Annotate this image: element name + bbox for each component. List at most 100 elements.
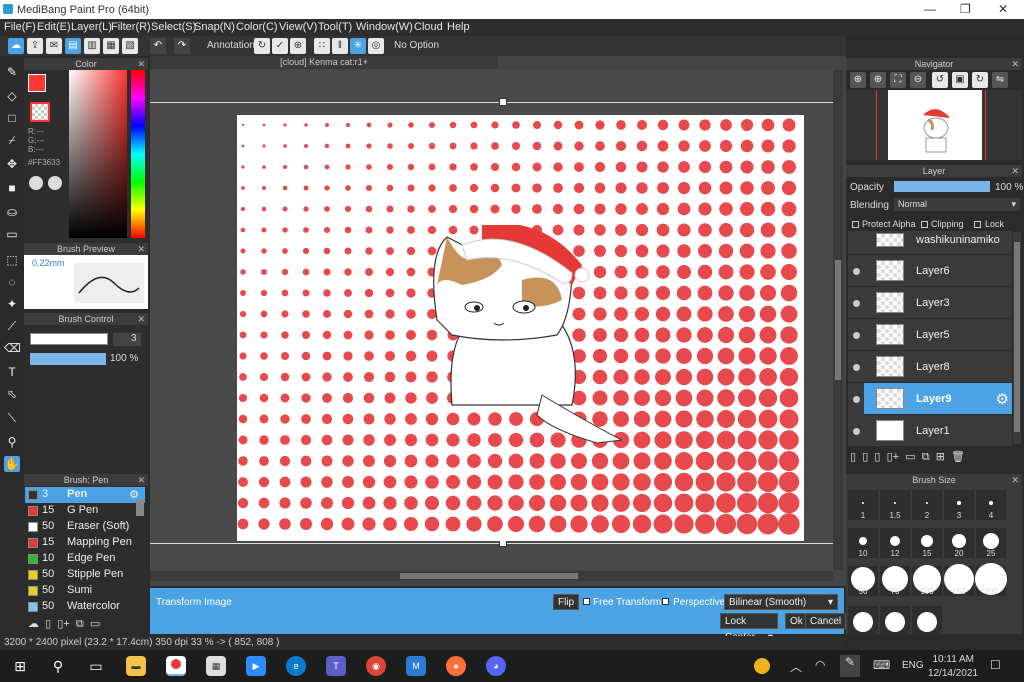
annotation-check-icon[interactable]: ✓ [272,38,288,54]
delete-layer-icon[interactable]: 🗑 [951,451,965,463]
brush-size-cell[interactable]: 2 [912,490,942,520]
merge-layer-icon[interactable]: ⊞ [936,451,945,463]
gradient-tool-icon[interactable]: ▭ [4,226,20,242]
eyedropper-tool-icon[interactable]: ⚲ [4,434,20,450]
restore-icon[interactable]: ❐ [960,2,971,16]
select-eraser-tool-icon[interactable]: ⌫ [4,340,21,356]
brush-size-cell[interactable]: 150 [944,564,974,596]
cloud-icon[interactable]: ☁ [8,38,24,54]
app-taskbar-icon[interactable]: ▦ [206,656,226,676]
flip-button[interactable]: Flip [553,594,580,610]
clipping-checkbox[interactable] [921,221,928,228]
grid-icon[interactable]: ▦ [103,38,119,54]
brush-size-cell[interactable]: 1.5 [880,490,910,520]
brush-size-cell[interactable]: 70 [880,566,910,596]
snap-radial-icon[interactable]: ✳ [350,38,366,54]
menu-layer[interactable]: Layer(L) [71,21,112,33]
menu-file[interactable]: File(F) [4,21,36,33]
layer-row[interactable]: Layer8 [848,351,1012,383]
brush-copy-icon[interactable]: ⧉ [76,618,84,630]
eraser-tool-icon[interactable]: ◇ [4,88,20,104]
brush-size-cell[interactable] [912,606,942,636]
notification-icon[interactable]: ☐ [990,658,1001,672]
brush-size-cell[interactable]: 100 [912,565,942,596]
redo-icon[interactable]: ↷ [174,38,190,54]
menu-edit[interactable]: Edit(E) [37,21,71,33]
brush-new-icon[interactable]: ▯ [45,618,51,630]
layer-row[interactable]: Layer5 [848,319,1012,351]
dot-tool-icon[interactable]: ⌿ [4,132,20,148]
brush-item[interactable]: 50 Sumi [25,583,145,599]
brush-folder-icon[interactable]: ▭ [90,618,100,630]
task-view-icon[interactable]: ▭ [86,656,106,676]
perspective-checkbox[interactable] [662,598,669,605]
medibang-alt-taskbar-icon[interactable]: M [406,656,426,676]
new-halftone-layer-icon[interactable]: ▯ [862,451,868,463]
layer-row[interactable]: Layer1 [848,415,1012,447]
wifi-icon[interactable]: ◠ [815,658,825,672]
firefox-taskbar-icon[interactable]: ● [446,656,466,676]
palette-add-icon[interactable] [48,176,62,190]
brush-size-cell[interactable]: 50 [848,566,878,596]
brush-size-cell[interactable] [848,606,878,636]
brush-size-slider[interactable] [30,333,108,345]
menu-color[interactable]: Color(C) [236,21,278,33]
brush-item[interactable]: 50 Stipple Pen [25,567,145,583]
snap-parallel-icon[interactable]: ‖ [332,38,348,54]
rotate-right-icon[interactable]: ↻ [972,72,988,88]
brush-size-cell[interactable]: 1 [848,490,878,520]
menu-snap[interactable]: Snap(N) [194,21,235,33]
teams-taskbar-icon[interactable]: T [326,656,346,676]
layer-scrollbar[interactable] [1013,232,1021,444]
vertical-scrollbar[interactable] [833,70,843,570]
keyboard-icon[interactable]: ⌨ [873,658,890,672]
new-layer-icon[interactable]: ▯ [850,451,856,463]
brush-item[interactable]: 10 Edge Pen [25,551,145,567]
brush-size-cell[interactable]: 10 [848,528,878,558]
pen-icon[interactable]: ✎ [840,655,860,677]
navigator-thumbnail[interactable] [888,90,982,160]
edge-taskbar-icon[interactable]: e [286,656,306,676]
brush-size-cell[interactable]: 4 [976,490,1006,520]
snap-off-icon[interactable]: ∷ [314,38,330,54]
brush-size-value[interactable]: 3 [113,333,141,346]
color-hue-slider[interactable] [131,70,145,238]
brush-item[interactable]: 15 Mapping Pen [25,535,145,551]
hand-tool-icon[interactable]: ✋ [4,456,20,472]
bucket-tool-icon[interactable]: ⛀ [4,204,20,220]
zoom-in-icon[interactable]: ⊕ [850,72,866,88]
brush-size-cell[interactable]: 3 [944,490,974,520]
chevron-up-icon[interactable]: ︿ [790,658,802,675]
brush-item[interactable]: 3 Pen ⚙ [25,487,145,503]
select-tool-icon[interactable]: ⬚ [4,252,20,268]
zoom-out-icon[interactable]: ⊖ [910,72,926,88]
layer-row-selected[interactable]: Layer9 ⚙ [864,383,1012,415]
brush-size-cell[interactable]: 15 [912,528,942,558]
brush-add-icon[interactable]: ▯+ [57,618,69,630]
menu-cloud[interactable]: Cloud [414,21,443,33]
menu-tool[interactable]: Tool(T) [318,21,352,33]
fit-icon[interactable]: ⛶ [890,72,906,88]
horizontal-scroll-thumb[interactable] [400,573,578,579]
divide-tool-icon[interactable]: ⟍ [4,410,20,426]
menu-filter[interactable]: Filter(R) [111,21,151,33]
shape-tool-icon[interactable]: □ [4,110,20,126]
zoom-in-alt-icon[interactable]: ⊕ [870,72,886,88]
navigator-flip-icon[interactable]: ⇋ [992,72,1008,88]
fill-rect-tool-icon[interactable]: ■ [4,180,20,196]
move-tool-icon[interactable]: ✥ [4,156,20,172]
snap-circle-icon[interactable]: ◎ [368,38,384,54]
actual-size-icon[interactable]: ▣ [952,72,968,88]
layer-opacity-slider[interactable] [894,181,990,192]
brush-size-cell[interactable]: 12 [880,528,910,558]
cancel-button[interactable]: Cancel [805,613,847,629]
rotate-left-icon[interactable]: ↺ [932,72,948,88]
brush-item[interactable]: 50 Watercolor [25,599,145,615]
panel-icon[interactable]: ▤ [65,38,81,54]
close-window-icon[interactable]: ✕ [998,2,1008,16]
menu-select[interactable]: Select(S) [151,21,196,33]
transparent-color-swatch[interactable] [30,102,50,122]
clock-time[interactable]: 10:11 AM [932,654,974,665]
magic-wand-tool-icon[interactable]: ✦ [4,296,20,312]
lasso-tool-icon[interactable]: ◌ [4,274,20,290]
